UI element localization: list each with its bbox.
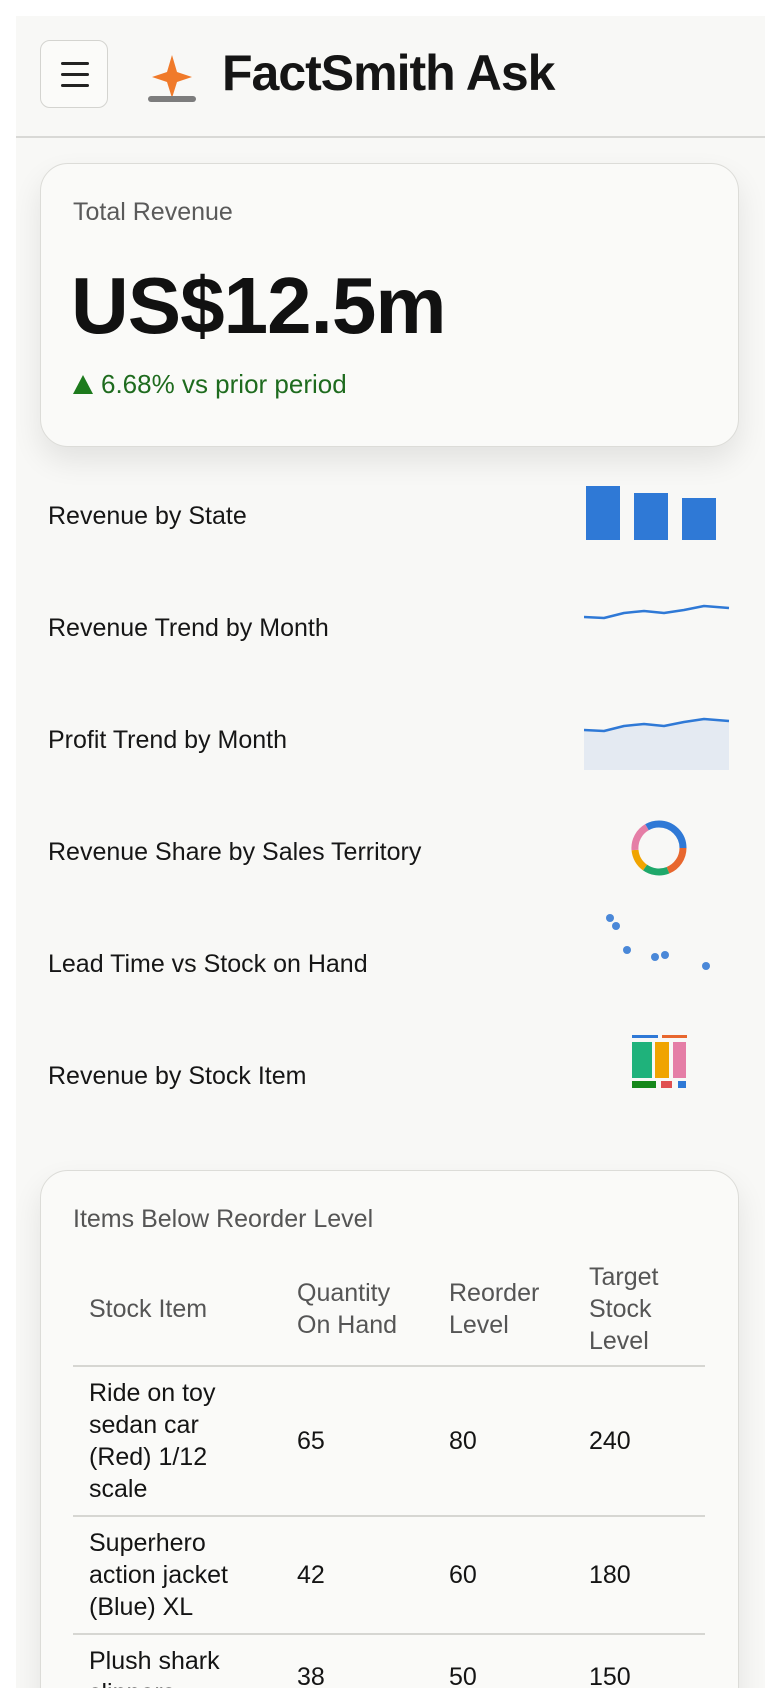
menu-button[interactable] [40,40,108,108]
chart-list-item-revenue-by-stock-item[interactable]: Revenue by Stock Item [16,1026,765,1122]
cell-reorder-level: 50 [433,1634,573,1688]
cell-reorder-level: 80 [433,1366,573,1517]
reorder-table: Stock Item Quantity On Hand Reorder Leve… [73,1257,705,1688]
cell-quantity-on-hand: 65 [281,1366,433,1517]
area-chart-thumbnail-icon [584,717,730,770]
chart-list-item-revenue-by-state[interactable]: Revenue by State [16,466,765,562]
items-below-reorder-card: Items Below Reorder Level Stock Item Qua… [40,1170,739,1688]
scatter-chart-thumbnail-icon [606,914,710,970]
cell-target-stock-level: 150 [573,1634,705,1688]
total-revenue-card[interactable]: Total Revenue US$12.5m 6.68% vs prior pe… [40,163,739,447]
cell-quantity-on-hand: 42 [281,1516,433,1635]
table-row[interactable]: Plush shark slippers 38 50 150 [73,1634,705,1688]
stacked-bar-chart-thumbnail-icon [632,1035,687,1088]
table-title: Items Below Reorder Level [73,1205,374,1233]
cell-target-stock-level: 180 [573,1516,705,1635]
app-title: FactSmith Ask [222,45,555,101]
kpi-value: US$12.5m [71,261,446,350]
chart-list-item-label: Revenue Trend by Month [48,614,329,642]
donut-chart-thumbnail-icon [631,820,687,876]
app-frame: FactSmith Ask Total Revenue US$12.5m 6.6… [16,16,765,1688]
chart-list-item-label: Revenue by Stock Item [48,1062,307,1090]
chart-list-item-label: Revenue by State [48,502,247,530]
column-header-reorder-level[interactable]: Reorder Level [433,1257,573,1367]
column-header-stock-item[interactable]: Stock Item [73,1257,281,1367]
chart-list-item-label: Lead Time vs Stock on Hand [48,950,368,978]
bar-chart-thumbnail-icon [586,486,716,540]
chart-list-item-label: Profit Trend by Month [48,726,288,754]
chart-list-item-revenue-trend-by-month[interactable]: Revenue Trend by Month [16,578,765,674]
chart-list-item-profit-trend-by-month[interactable]: Profit Trend by Month [16,690,765,786]
cell-stock-item: Superhero action jacket (Blue) XL [73,1516,281,1635]
app-header: FactSmith Ask [16,16,765,138]
kpi-label: Total Revenue [73,198,233,226]
sparkle-on-bar-icon [148,55,196,102]
chart-list-item-label: Revenue Share by Sales Territory [48,838,422,866]
chart-list-item-revenue-share-by-sales-territory[interactable]: Revenue Share by Sales Territory [16,802,765,898]
table-row[interactable]: Superhero action jacket (Blue) XL 42 60 … [73,1516,705,1635]
table-row[interactable]: Ride on toy sedan car (Red) 1/12 scale 6… [73,1366,705,1517]
column-header-quantity-on-hand[interactable]: Quantity On Hand [281,1257,433,1367]
column-header-target-stock-level[interactable]: Target Stock Level [573,1257,705,1367]
cell-target-stock-level: 240 [573,1366,705,1517]
hamburger-menu-icon [61,62,89,65]
line-chart-thumbnail-icon [584,604,730,620]
cell-stock-item: Plush shark slippers [73,1634,281,1688]
cell-stock-item: Ride on toy sedan car (Red) 1/12 scale [73,1366,281,1517]
cell-reorder-level: 60 [433,1516,573,1635]
kpi-delta: 6.68% vs prior period [73,369,347,400]
table-header-row: Stock Item Quantity On Hand Reorder Leve… [73,1257,705,1367]
up-triangle-icon [73,375,93,394]
chart-list-item-lead-time-vs-stock-on-hand[interactable]: Lead Time vs Stock on Hand [16,914,765,1010]
cell-quantity-on-hand: 38 [281,1634,433,1688]
kpi-delta-text: 6.68% vs prior period [101,369,347,399]
